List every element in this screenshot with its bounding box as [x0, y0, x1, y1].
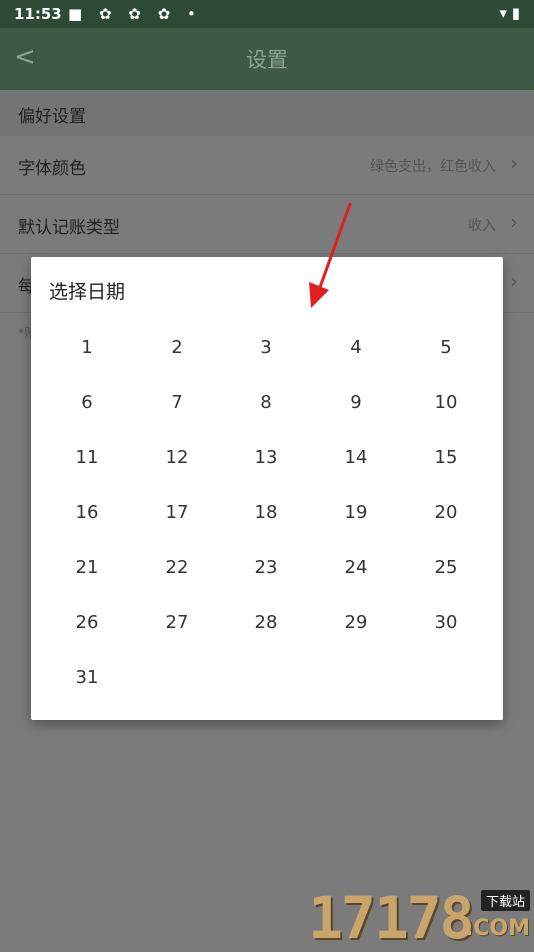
- day-cell[interactable]: 15: [401, 430, 491, 485]
- day-cell[interactable]: 12: [132, 430, 222, 485]
- day-cell[interactable]: 2: [132, 320, 222, 375]
- day-cell[interactable]: 21: [42, 540, 132, 595]
- day-cell[interactable]: 13: [221, 430, 311, 485]
- day-cell[interactable]: 23: [221, 540, 311, 595]
- day-cell[interactable]: 22: [132, 540, 222, 595]
- watermark-com: .COM: [464, 916, 530, 941]
- watermark-tag: 下载站: [480, 890, 530, 911]
- section-header: 偏好设置: [0, 90, 534, 136]
- row-value: 绿色支出，红色收入: [370, 159, 496, 175]
- watermark-logo: 17178 下载站 .COM: [308, 882, 534, 952]
- day-cell[interactable]: 18: [221, 485, 311, 540]
- notification-icons: ■ ✿ ✿ ✿ •: [68, 5, 202, 23]
- chevron-right-icon: ›: [510, 269, 518, 293]
- status-time: 11:53: [14, 5, 62, 23]
- day-cell[interactable]: 16: [42, 485, 132, 540]
- wifi-battery-icon: ▾ ▮: [499, 4, 520, 22]
- day-cell[interactable]: 5: [401, 320, 491, 375]
- date-picker-dialog: 选择日期 1 2 3 4 5 6 7 8 9 10 11 12 13 14 15…: [31, 257, 503, 720]
- day-cell[interactable]: 4: [311, 320, 401, 375]
- day-cell[interactable]: 10: [401, 375, 491, 430]
- day-cell[interactable]: 30: [401, 595, 491, 650]
- day-cell[interactable]: 25: [401, 540, 491, 595]
- day-cell[interactable]: 26: [42, 595, 132, 650]
- day-cell[interactable]: 1: [42, 320, 132, 375]
- day-cell[interactable]: 3: [221, 320, 311, 375]
- day-cell[interactable]: 20: [401, 485, 491, 540]
- day-cell[interactable]: 7: [132, 375, 222, 430]
- day-cell[interactable]: 17: [132, 485, 222, 540]
- settings-row-default-type[interactable]: 默认记账类型 收入 ›: [0, 195, 534, 254]
- chevron-right-icon: ›: [510, 210, 518, 234]
- day-cell[interactable]: 27: [132, 595, 222, 650]
- day-cell[interactable]: 8: [221, 375, 311, 430]
- row-value: 收入: [468, 218, 496, 234]
- day-cell[interactable]: 19: [311, 485, 401, 540]
- annotation-arrow-icon: [309, 202, 352, 308]
- day-cell[interactable]: 29: [311, 595, 401, 650]
- day-cell[interactable]: 24: [311, 540, 401, 595]
- day-cell[interactable]: 14: [311, 430, 401, 485]
- settings-row-font-color[interactable]: 字体颜色 绿色支出，红色收入 ›: [0, 136, 534, 195]
- day-cell[interactable]: 6: [42, 375, 132, 430]
- status-bar: 11:53 ■ ✿ ✿ ✿ • ▾ ▮: [0, 0, 534, 28]
- page-title: 设置: [246, 48, 288, 72]
- day-cell[interactable]: 9: [311, 375, 401, 430]
- section-title: 偏好设置: [18, 107, 86, 127]
- app-bar: < 设置: [0, 28, 534, 90]
- row-label: 字体颜色: [18, 159, 86, 179]
- chevron-right-icon: ›: [510, 151, 518, 175]
- day-cell[interactable]: 31: [42, 650, 132, 705]
- row-label: 默认记账类型: [18, 218, 120, 238]
- day-cell[interactable]: 28: [221, 595, 311, 650]
- watermark-digits: 17178: [308, 884, 475, 952]
- dialog-title: 选择日期: [49, 281, 126, 303]
- day-cell[interactable]: 11: [42, 430, 132, 485]
